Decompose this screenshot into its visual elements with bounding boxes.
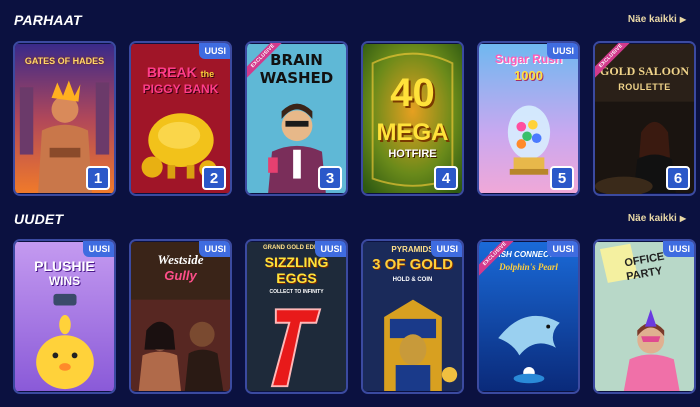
triangle-right-icon: ▶ — [679, 15, 686, 24]
section-title-new: UUDET — [14, 211, 64, 227]
game-card-3-of-gold-pyramids[interactable]: PYRAMIDS 3 OF GOLD HOLD & COIN UUSI — [361, 239, 464, 394]
rank-badge: 4 — [434, 166, 458, 190]
see-all-link-top[interactable]: Näe kaikki ▶ — [628, 14, 686, 25]
game-title-line2: WINS — [48, 274, 81, 288]
new-badge: UUSI — [199, 241, 230, 257]
game-row-new: PLUSHIE WINS UUSI Westside Gully UUSI GR… — [13, 239, 696, 394]
game-title-line2: Gully — [164, 268, 197, 283]
rank-badge: 3 — [318, 166, 342, 190]
see-all-label: Näe kaikki — [627, 213, 677, 224]
game-title: GATES OF HADES — [24, 56, 105, 66]
new-badge: UUSI — [83, 241, 114, 257]
game-subtitle: COLLECT TO INFINITY — [269, 289, 324, 295]
game-title-line2: EGGS — [276, 270, 317, 286]
new-badge: UUSI — [199, 43, 230, 59]
exclusive-ribbon: EXCLUSIVE — [247, 43, 287, 83]
game-row-top: GATES OF HADES 1 BREAK the PIGGY BANK UU… — [13, 41, 696, 196]
triangle-right-icon: ▶ — [679, 214, 686, 223]
game-title-line3: HOTFIRE — [388, 148, 437, 160]
game-card-sugar-rush-1000[interactable]: Sugar Rush 1000 UUSI 5 — [477, 41, 580, 196]
game-title-line2: ROULETTE — [618, 82, 671, 92]
new-badge: UUSI — [547, 43, 578, 59]
game-title-line1: PLUSHIE — [34, 258, 95, 274]
game-title-line2: PIGGY BANK — [142, 82, 219, 96]
game-card-plushie-wins[interactable]: PLUSHIE WINS UUSI — [13, 239, 116, 394]
rank-badge: 5 — [550, 166, 574, 190]
game-card-gates-of-hades[interactable]: GATES OF HADES 1 — [13, 41, 116, 196]
game-card-sizzling-eggs[interactable]: GRAND GOLD EDITION SIZZLING EGGS COLLECT… — [245, 239, 348, 394]
game-card-office-party[interactable]: OFFICE PARTY UUSI — [593, 239, 696, 394]
new-badge: UUSI — [431, 241, 462, 257]
game-card-brain-washed[interactable]: BRAIN WASHED EXCLUSIVE 3 — [245, 41, 348, 196]
see-all-label: Näe kaikki — [627, 14, 677, 25]
game-card-cash-connection-dolphins-pearl[interactable]: CASH CONNECTION Dolphin's Pearl EXCLUSIV… — [477, 239, 580, 394]
game-title-line2: 1000 — [514, 68, 543, 83]
new-badge: UUSI — [547, 241, 578, 257]
game-title-line1: 40 — [390, 71, 435, 115]
rank-badge: 2 — [202, 166, 226, 190]
new-badge: UUSI — [315, 241, 346, 257]
section-title-top: PARHAAT — [14, 12, 82, 28]
game-card-break-the-piggy-bank[interactable]: BREAK the PIGGY BANK UUSI 2 — [129, 41, 232, 196]
game-card-westside-gully[interactable]: Westside Gully UUSI — [129, 239, 232, 394]
game-title-line2: MEGA — [376, 119, 449, 146]
rank-badge: 1 — [86, 166, 110, 190]
game-title-line1: 3 OF GOLD — [372, 256, 453, 273]
rank-badge: 6 — [666, 166, 690, 190]
game-card-gold-saloon-roulette[interactable]: GOLD SALOON ROULETTE EXCLUSIVE 6 — [593, 41, 696, 196]
exclusive-ribbon: EXCLUSIVE — [479, 241, 519, 281]
game-card-40-mega-hotfire[interactable]: 40 MEGA HOTFIRE 4 — [361, 41, 464, 196]
see-all-link-new[interactable]: Näe kaikki ▶ — [628, 213, 686, 224]
game-title-line1: SIZZLING — [264, 254, 329, 270]
new-badge: UUSI — [663, 241, 694, 257]
game-subtitle: HOLD & COIN — [392, 277, 433, 283]
exclusive-ribbon: EXCLUSIVE — [595, 43, 635, 83]
game-title-line1: BREAK the — [146, 64, 215, 80]
